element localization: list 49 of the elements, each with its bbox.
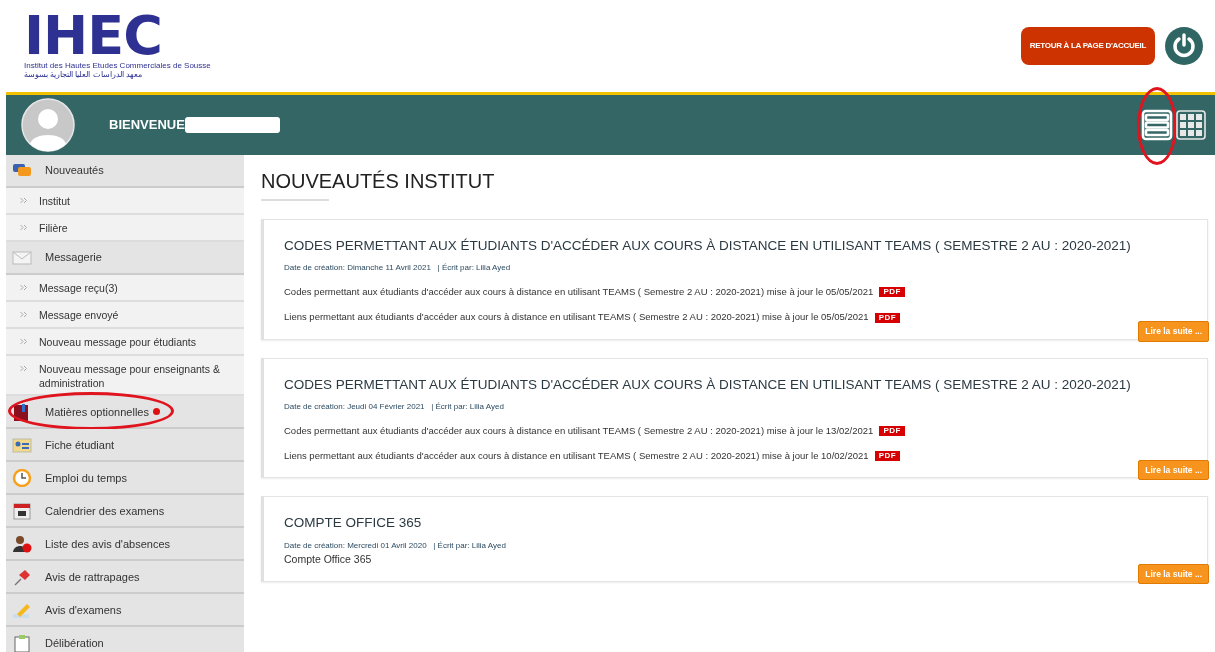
creation-date: Date de création: Mercredi 01 Avril 2020 <box>284 540 427 550</box>
news-title: CODES PERMETTANT AUX ÉTUDIANTS D'ACCÉDER AUX COURS À DISTANCE EN UTILISANT TEAMS ( SEMESTRE 2 AU : 2020-2021) <box>284 376 1132 393</box>
list-view-button[interactable] <box>1141 109 1173 141</box>
sidebar-item[interactable]: Institut <box>6 188 244 215</box>
chevron-icon <box>20 284 27 291</box>
sidebar-item[interactable]: Filière <box>6 215 244 242</box>
news-text: Liens permettant aux étudiants d'accéder aux cours à distance en utilisant TEAMS ( Semestre 2 AU : 2020-2021) mise à jour le 05/05/2021 <box>284 310 869 325</box>
news-title: COMPTE OFFICE 365 <box>284 515 423 532</box>
news-text: Codes permettant aux étudiants d'accéder aux cours à distance en utilisant TEAMS ( Semestre 2 AU : 2020-2021) mise à jour le 13/02/2021 <box>284 423 874 438</box>
author-text: | Écrit par: Lilia Ayed <box>431 401 504 411</box>
welcome-text: BIENVENUE <box>109 116 185 135</box>
author-text: | Écrit par: Lilia Ayed <box>433 540 506 550</box>
creation-date: Date de création: Dimanche 11 Avril 2021 <box>284 263 431 273</box>
news-text: Compte Office 365 <box>284 551 373 567</box>
envelope-icon <box>12 248 32 267</box>
logo-subtitle: معهد الدراسات العليا التجارية بسوسة <box>24 70 143 80</box>
chevron-icon <box>20 338 27 345</box>
logo-text: IHEC <box>24 12 162 61</box>
pdf-link[interactable]: PDF <box>879 287 905 298</box>
person-alert-icon <box>12 534 32 553</box>
chevron-icon <box>20 311 27 318</box>
news-text: Codes permettant aux étudiants d'accéder aux cours à distance en utilisant TEAMS ( Semestre 2 AU : 2020-2021) mise à jour le 05/05/2021 <box>284 285 874 300</box>
page-title: NOUVEAUTÉS INSTITUT <box>261 169 496 193</box>
pushpin-icon <box>12 567 32 586</box>
pdf-link[interactable]: PDF <box>874 451 901 462</box>
id-card-icon <box>12 435 32 454</box>
power-icon <box>1172 33 1196 59</box>
sidebar-item[interactable]: Message envoyé <box>6 302 244 329</box>
chevron-icon <box>20 224 27 231</box>
pdf-link[interactable]: PDF <box>874 312 901 323</box>
creation-date: Date de création: Jeudi 04 Février 2021 <box>284 401 425 411</box>
news-text: Liens permettant aux étudiants d'accéder aux cours à distance en utilisant TEAMS ( Semestre 2 AU : 2020-2021) mise à jour le 10/02/2021 <box>284 449 869 464</box>
calendar-icon <box>12 501 32 520</box>
clipboard-icon <box>12 633 32 652</box>
sidebar-item[interactable]: Message reçu(3) <box>6 275 244 302</box>
sidebar-item[interactable]: Nouveau message pour enseignants & administration <box>6 356 244 397</box>
avatar-silhouette <box>21 98 75 152</box>
sidebar-item[interactable]: Fiche étudiant <box>6 429 244 463</box>
clock-icon <box>12 468 32 487</box>
author-text: | Écrit par: Lilia Ayed <box>437 263 511 273</box>
chevron-icon <box>20 197 27 204</box>
sidebar-item[interactable]: Nouveau message pour étudiants <box>6 329 244 356</box>
chevron-icon <box>20 365 27 372</box>
power-button[interactable] <box>1165 27 1203 65</box>
news-title: CODES PERMETTANT AUX ÉTUDIANTS D'ACCÉDER AUX COURS À DISTANCE EN UTILISANT TEAMS ( SEMESTRE 2 AU : 2020-2021) <box>284 238 1132 255</box>
pdf-link[interactable]: PDF <box>879 426 905 436</box>
home-button[interactable]: RETOUR À LA PAGE D'ACCUEIL <box>1020 27 1155 65</box>
logo-subtitle: Institut des Hautes Etudes Commerciales de Sousse <box>24 60 211 71</box>
grid-view-button[interactable] <box>1175 109 1207 141</box>
